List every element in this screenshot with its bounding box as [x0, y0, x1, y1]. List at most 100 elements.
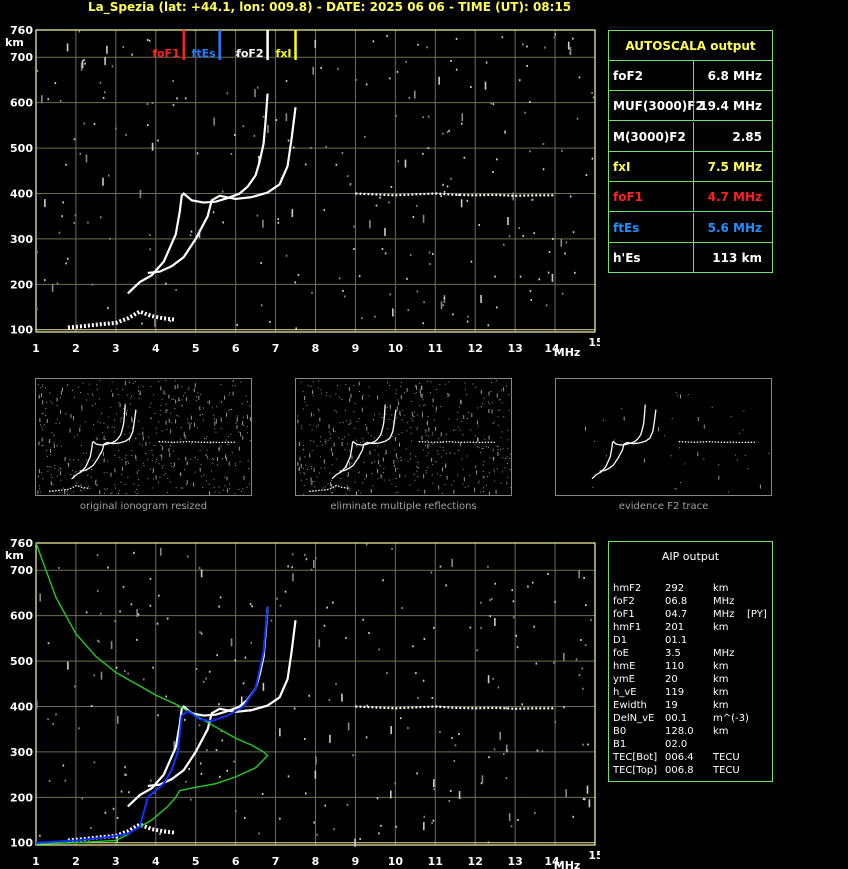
aip-name: hmF2: [613, 583, 642, 594]
top-ionogram: 100200300400500600700760km1 2 3 4 5 6 7 8 9 10 11 1…: [5, 24, 600, 357]
aip-unit: TECU: [713, 765, 740, 776]
x-tick-label: 9: [352, 342, 360, 355]
thumbnail-caption: eliminate multiple reflections: [330, 501, 477, 512]
series-profile: [35, 542, 269, 845]
aip-name: TEC[Top]: [613, 765, 658, 776]
aip-row-fof2: foF2 06.8 MHz: [613, 595, 768, 608]
aip-extra: [PY]: [747, 609, 767, 620]
aip-value: 006.8: [665, 765, 694, 776]
x-tick-label: 11: [428, 342, 443, 355]
x-tick-label: 6: [232, 342, 240, 355]
y-tick-label: 500: [10, 655, 33, 668]
x-tick-label: 12: [468, 342, 483, 355]
aip-row-yme: ymE 20 km: [613, 673, 768, 686]
aip-name: h_vE: [613, 687, 637, 698]
aip-name: foE: [613, 648, 629, 659]
autoscala-label: foF1: [613, 190, 644, 205]
y-tick-label: 400: [10, 700, 33, 713]
y-tick-label: 600: [10, 97, 33, 110]
x-tick-label: 8: [312, 342, 320, 355]
autoscala-row-m-3000-f2: M(3000)F2 2.85: [609, 121, 772, 152]
x-tick-label: 12: [468, 855, 483, 868]
aip-row-hme: hmE 110 km: [613, 660, 768, 673]
x-tick-label: 9: [352, 855, 360, 868]
aip-unit: TECU: [713, 752, 740, 763]
thumbnail-caption: evidence F2 trace: [618, 501, 709, 512]
aip-unit: km: [713, 674, 729, 685]
x-tick-label: 13: [507, 855, 522, 868]
aip-value: 110: [665, 661, 685, 672]
autoscala-label: MUF(3000)F2: [613, 99, 704, 114]
aip-value: 02.0: [665, 739, 688, 750]
autoscala-row-fxi: fxI 7.5 MHz: [609, 151, 772, 182]
x-unit-label: MHz: [554, 346, 581, 357]
autoscala-label: M(3000)F2: [613, 129, 686, 144]
series-aip-trace: [35, 606, 269, 844]
aip-row-ewidth: Ewidth 19 km: [613, 699, 768, 712]
aip-row-deln-ve: DelN_vE 00.1 m^(-3): [613, 712, 768, 725]
x-tick-label: 4: [152, 342, 160, 355]
aip-row-d1: D1 01.1: [613, 634, 768, 647]
x-tick-label: 13: [507, 342, 522, 355]
aip-row-foe: foE 3.5 MHz: [613, 647, 768, 660]
x-tick-label: 8: [312, 855, 320, 868]
aip-name: D1: [613, 635, 628, 646]
aip-row-h-ve: h_vE 119 km: [613, 686, 768, 699]
y-tick-label: 300: [10, 233, 33, 246]
marker-label-ftes: ftEs: [192, 47, 217, 60]
y-unit-label: km: [5, 36, 24, 49]
x-tick-label: 5: [192, 855, 200, 868]
aip-row-hmf2: hmF2 292 km: [613, 582, 768, 595]
autoscala-label: fxI: [613, 159, 631, 174]
aip-unit: m^(-3): [713, 713, 749, 724]
autoscala-row-ftes: ftEs 5.6 MHz: [609, 212, 772, 243]
autoscala-row-fof1: foF1 4.7 MHz: [609, 182, 772, 213]
autoscala-row-fof2: foF2 6.8 MHz: [609, 61, 772, 91]
aip-value: 128.0: [665, 726, 694, 737]
autoscala-value: 19.4 MHz: [693, 91, 772, 121]
y-tick-label: 200: [10, 791, 33, 804]
marker-label-fxi: fxI: [276, 47, 292, 60]
x-tick-label: 11: [428, 855, 443, 868]
autoscala-value: 2.85: [693, 121, 772, 151]
aip-name: hmE: [613, 661, 636, 672]
x-tick-label: 1: [32, 855, 40, 868]
aip-row-hmf1: hmF1 201 km: [613, 621, 768, 634]
autoscala-label: ftEs: [613, 220, 640, 235]
autoscala-row-h-es: h'Es 113 km: [609, 242, 772, 273]
x-tick-label: 3: [112, 855, 120, 868]
aip-value: 20: [665, 674, 678, 685]
x-tick-label: 2: [72, 855, 80, 868]
y-tick-label: 600: [10, 610, 33, 623]
aip-title: AIP output: [661, 550, 720, 563]
autoscala-value: 7.5 MHz: [693, 151, 772, 181]
x-tick-label: 6: [232, 855, 240, 868]
aip-value: 119: [665, 687, 685, 698]
autoscala-label: h'Es: [613, 250, 641, 265]
marker-label-fof1: foF1: [152, 47, 180, 60]
aip-unit: km: [713, 700, 729, 711]
aip-value: 01.1: [665, 635, 688, 646]
aip-unit: MHz: [713, 648, 735, 659]
aip-value: 201: [665, 622, 685, 633]
y-tick-label: 100: [10, 324, 33, 337]
y-tick-label: 300: [10, 746, 33, 759]
marker-label-fof2: foF2: [236, 47, 264, 60]
aip-row-tec-bot-: TEC[Bot] 006.4 TECU: [613, 751, 768, 764]
thumbnail-eliminate-multiples: [295, 378, 512, 496]
aip-unit: km: [713, 622, 729, 633]
aip-value: 04.7: [665, 609, 688, 620]
aip-name: foF2: [613, 596, 635, 607]
x-tick-label: 5: [192, 342, 200, 355]
aip-name: ymE: [613, 674, 635, 685]
y-tick-label: 700: [10, 51, 33, 64]
aip-unit: MHz: [713, 596, 735, 607]
x-tick-label: 10: [388, 855, 404, 868]
aip-row-b1: B1 02.0: [613, 738, 768, 751]
autoscala-row-muf-3000-f2: MUF(3000)F2 19.4 MHz: [609, 91, 772, 122]
x-tick-label: 15: [588, 849, 600, 862]
y-tick-label: 400: [10, 187, 33, 200]
aip-name: TEC[Bot]: [613, 752, 658, 763]
aip-name: B1: [613, 739, 627, 750]
x-tick-label: 10: [388, 342, 404, 355]
